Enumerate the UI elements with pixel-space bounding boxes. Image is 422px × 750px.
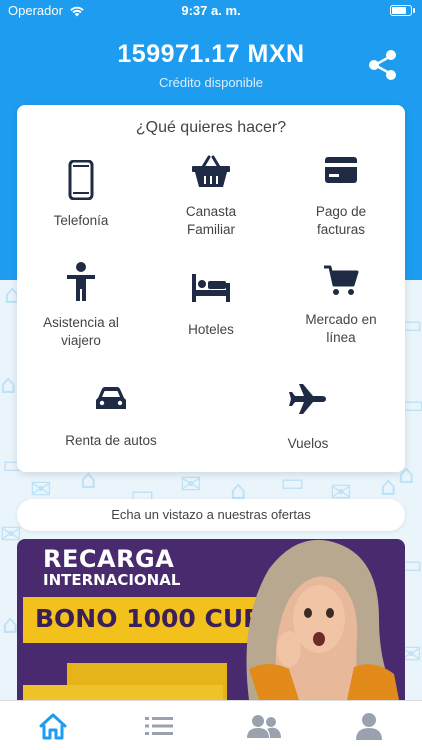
menu-item-mercado[interactable]: Mercado en línea [291,265,391,347]
promo-title: RECARGA [43,545,175,573]
share-icon [369,50,396,80]
share-button[interactable] [366,48,400,82]
promo-banner[interactable]: RECARGA INTERNACIONAL BONO 1000 CUP [17,539,405,700]
tab-home[interactable] [33,710,73,742]
tab-profile[interactable] [349,710,389,742]
menu-item-renta-autos[interactable]: Renta de autos [61,386,161,450]
menu-item-label: Mercado en línea [305,312,377,345]
menu-item-vuelos[interactable]: Vuelos [258,383,358,453]
menu-item-label: Canasta Familiar [185,204,237,237]
menu-item-label: Asistencia al viajero [43,315,119,348]
services-card: ¿Qué quieres hacer? Telefonía Canasta Fa… [17,105,405,472]
available-balance: 159971.17 MXN [117,40,305,68]
car-icon [96,387,126,409]
basket-icon [192,155,230,187]
menu-item-label: Hoteles [188,322,234,337]
phone-icon [68,160,94,200]
home-icon [39,713,67,740]
battery-icon [390,5,415,16]
person-icon [67,262,95,301]
menu-item-label: Pago de facturas [315,204,367,237]
balance-label: Crédito disponible [158,75,264,90]
tab-list[interactable] [139,710,179,742]
plane-icon [289,384,326,414]
menu-item-hoteles[interactable]: Hoteles [161,273,261,339]
users-icon [247,715,281,738]
menu-item-telefonia[interactable]: Telefonía [31,160,131,230]
bed-icon [192,274,230,302]
menu-item-pago-facturas[interactable]: Pago de facturas [291,155,391,239]
promo-person-image [246,539,399,700]
tab-users[interactable] [244,710,284,742]
promo-bono-text: BONO 1000 CUP [35,604,262,633]
offers-banner-label[interactable]: Echa un vistazo a nuestras ofertas [17,499,405,531]
list-icon [145,717,173,735]
status-bar: Operador 9:37 a. m. [0,0,422,22]
bottom-tab-bar [0,700,422,750]
menu-item-label: Telefonía [53,213,109,228]
profile-icon [356,713,382,740]
card-title: ¿Qué quieres hacer? [135,119,287,136]
battery-fill [392,7,406,14]
card-icon [325,157,357,183]
status-time: 9:37 a. m. [181,3,241,18]
cart-icon [324,265,359,295]
menu-item-label: Vuelos [287,436,329,451]
menu-item-asistencia[interactable]: Asistencia al viajero [31,262,131,350]
promo-subtitle: INTERNACIONAL [43,571,181,589]
menu-item-canasta[interactable]: Canasta Familiar [161,155,261,239]
menu-item-label: Renta de autos [65,433,157,448]
promo-gold-shape [23,685,223,700]
promo-bono-box: BONO 1000 CUP [23,597,263,643]
